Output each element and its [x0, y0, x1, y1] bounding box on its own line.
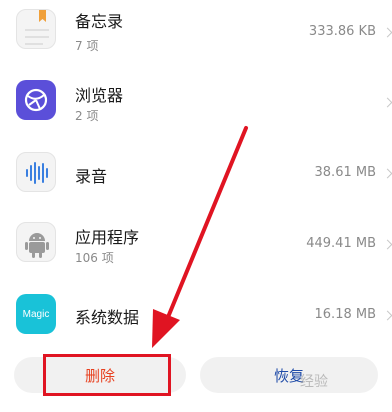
watermark-text: 经验: [300, 374, 328, 390]
magic-icon-label: Magic: [22, 308, 50, 320]
chevron-right-icon: [382, 239, 392, 250]
recorder-app-icon: [16, 152, 56, 192]
app-size: 333.86 KB: [308, 24, 376, 39]
list-item-browser[interactable]: 浏览器 2 项: [0, 70, 392, 132]
list-item-memo[interactable]: 备忘录 7 项 333.86 KB: [0, 0, 392, 60]
android-app-icon: [16, 222, 56, 262]
list-item-applications[interactable]: 应用程序 106 项 449.41 MB: [0, 212, 392, 276]
app-name: 录音: [75, 167, 108, 186]
app-name: 备忘录: [75, 12, 124, 31]
chevron-right-icon: [382, 27, 392, 38]
magic-system-icon: Magic: [16, 294, 56, 334]
app-name: 浏览器: [75, 86, 124, 105]
item-count: 7 项: [75, 39, 99, 53]
restore-button[interactable]: 恢复: [200, 357, 378, 393]
app-name: 应用程序: [75, 228, 140, 247]
app-size: 16.18 MB: [314, 307, 376, 322]
annotation-highlight-box: [43, 354, 171, 396]
list-item-recorder[interactable]: 录音 38.61 MB: [0, 140, 392, 204]
chevron-right-icon: [382, 97, 392, 108]
memo-app-icon: [16, 9, 56, 49]
chevron-right-icon: [382, 310, 392, 321]
app-size: 449.41 MB: [306, 236, 376, 251]
app-size: 38.61 MB: [314, 165, 376, 180]
chevron-right-icon: [382, 168, 392, 179]
item-count: 2 项: [75, 109, 99, 123]
item-count: 106 项: [75, 251, 114, 265]
app-name: 系统数据: [75, 308, 140, 327]
browser-app-icon: [16, 80, 56, 120]
list-item-system-data[interactable]: Magic 系统数据 16.18 MB: [0, 284, 392, 344]
